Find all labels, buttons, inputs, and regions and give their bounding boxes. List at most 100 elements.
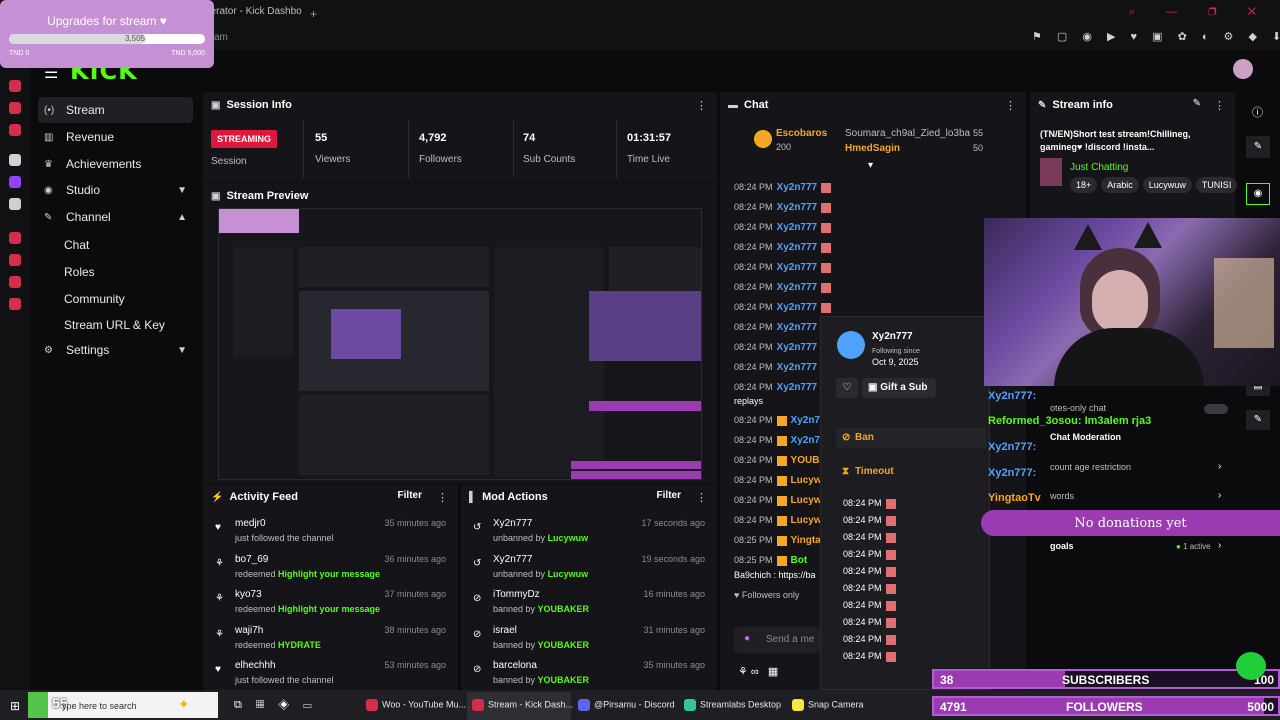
avatar[interactable] — [1233, 59, 1253, 79]
app-icon[interactable] — [9, 102, 21, 114]
chat-message[interactable]: 08:24 PM Xy2n777 — [734, 222, 832, 233]
emotes-only-setting[interactable]: otes-only chat — [1050, 403, 1106, 413]
mic-icon[interactable]: ● — [744, 633, 750, 644]
camera-icon[interactable]: ◉ — [1246, 183, 1270, 205]
chat-message[interactable]: 08:25 PM Bot — [734, 555, 807, 566]
chat-username[interactable]: Xy2n777 — [777, 362, 818, 373]
chat-message[interactable]: 08:24 PM Xy2n777 — [734, 342, 832, 353]
list-item[interactable]: ♥ medjr0 just followed the channel 35 minut… — [203, 514, 458, 550]
chat-message[interactable]: 08:24 PM YOUBAK — [734, 455, 834, 466]
sidebar-subitem-stream-url[interactable]: Stream URL & Key — [64, 318, 165, 332]
chat-username[interactable]: Xy2n777 — [777, 302, 818, 313]
taskbar-app[interactable]: Streamlabs Desktop — [684, 699, 781, 711]
category-link[interactable]: Just Chatting — [1070, 162, 1128, 173]
x-icon[interactable] — [9, 198, 21, 210]
chat-message[interactable]: 08:24 PM Xy2n777 — [734, 202, 832, 213]
chat-username[interactable]: Xy2n777 — [777, 202, 818, 213]
blocked-words-setting[interactable]: words — [1050, 491, 1074, 501]
kick-icon[interactable] — [9, 154, 21, 166]
chat-username[interactable]: Xy2n777 — [777, 382, 818, 393]
collapse-icon[interactable]: ▾ — [868, 160, 873, 171]
timeout-button[interactable]: ⧗ Timeout — [836, 462, 986, 482]
app-icon[interactable] — [9, 80, 21, 92]
list-item[interactable]: ↺ Xy2n777 unbanned by Lucywuw 17 seconds ag… — [461, 514, 717, 550]
app-icon[interactable] — [9, 298, 21, 310]
more-icon[interactable]: ⋮ — [696, 491, 707, 504]
chat-username[interactable]: Xy2n777 — [777, 262, 818, 273]
list-item[interactable]: ♥ elhechhh just followed the channel 53 min… — [203, 656, 458, 692]
list-item[interactable]: ⊘ barcelona banned by YOUBAKER 35 minutes a… — [461, 656, 717, 692]
chat-message[interactable]: 08:24 PM Lucywu — [734, 495, 828, 506]
extensions-icon[interactable]: ⚑ ▢ ◉ ▶ ♥ ▣ ✿ ◐ ⚙ ◆ ⬇ ⋮ ☰ — [1032, 30, 1280, 43]
sidebar-item-channel[interactable]: ✎ Channel ▲ — [38, 204, 193, 230]
chat-message[interactable]: 08:24 PM Xy2n777 — [734, 282, 832, 293]
chat-username[interactable]: Xy2n777 — [777, 342, 818, 353]
app-icon[interactable] — [9, 232, 21, 244]
sidebar-item-stream[interactable]: (•) Stream — [38, 97, 193, 123]
taskbar-search[interactable]: 55 ype here to search ✦ — [28, 692, 218, 718]
chat-message[interactable]: 08:24 PM Xy2n777 — [734, 435, 831, 446]
edit-icon[interactable]: ✎ — [1193, 98, 1201, 109]
chat-message[interactable]: 08:24 PM Xy2n777 — [734, 322, 832, 333]
pinned-user[interactable]: HmedSagin — [845, 143, 900, 154]
filter-button[interactable]: Filter — [398, 490, 422, 501]
taskbar-app[interactable]: @Pirsamu - Discord — [578, 699, 675, 711]
taskbar-app[interactable]: Woo - YouTube Mu... — [366, 699, 466, 711]
taskbar-app[interactable]: Snap Camera — [792, 699, 864, 711]
chat-username[interactable]: Xy2n777 — [777, 322, 818, 333]
chat-username[interactable]: Bot — [791, 555, 808, 566]
gift-sub-button[interactable]: ▣ Gift a Sub — [862, 378, 936, 398]
tag[interactable]: TUNISI — [1195, 177, 1238, 193]
chat-username[interactable]: Xy2n777 — [777, 282, 818, 293]
sidebar-subitem-chat[interactable]: Chat — [64, 238, 89, 252]
chat-message[interactable]: 08:24 PM Xy2n777 — [734, 382, 832, 393]
ban-button[interactable]: ⊘ Ban — [836, 428, 986, 448]
tag[interactable]: Arabic — [1101, 177, 1139, 193]
sidebar-item-settings[interactable]: ⚙ Settings ▼ — [38, 337, 193, 363]
user-card-name[interactable]: Xy2n777 — [872, 331, 913, 342]
chat-message[interactable]: 08:24 PM Xy2n777 — [734, 415, 831, 426]
pen-icon[interactable]: ✎ — [1246, 136, 1270, 158]
app-icon[interactable] — [9, 276, 21, 288]
new-tab-button[interactable]: + — [310, 7, 317, 21]
filter-button[interactable]: Filter — [657, 490, 681, 501]
taskbar-app[interactable]: Stream - Kick Dash... — [472, 699, 573, 711]
tag[interactable]: Lucywuw — [1142, 177, 1192, 193]
chat-username[interactable]: Xy2n777 — [777, 222, 818, 233]
window-controls[interactable]: ⌕ — ❐ ✕ — [1129, 6, 1270, 19]
more-icon[interactable]: ⋮ — [437, 491, 448, 504]
tag[interactable]: 18+ — [1070, 177, 1098, 193]
follow-button[interactable]: ♡ — [836, 378, 858, 398]
sidebar-subitem-roles[interactable]: Roles — [64, 265, 95, 279]
chat-username[interactable]: Xy2n777 — [777, 182, 818, 193]
list-item[interactable]: ↺ Xy2n777 unbanned by Lucywuw 19 seconds ag… — [461, 550, 717, 586]
pinned-user[interactable]: Escobaros — [776, 128, 827, 139]
list-item[interactable]: ⊘ israel banned by YOUBAKER 31 minutes ago — [461, 621, 717, 657]
chat-message[interactable]: 08:24 PM Xy2n777 — [734, 302, 832, 313]
goals-setting[interactable]: goals — [1050, 541, 1074, 551]
wrench-icon[interactable]: ✎ — [1246, 410, 1270, 430]
list-item[interactable]: ⊘ iTommyDz banned by YOUBAKER 16 minutes ag… — [461, 585, 717, 621]
toggle-switch[interactable] — [1204, 404, 1228, 414]
chat-message[interactable]: 08:25 PM Yingtao — [734, 535, 827, 546]
more-icon[interactable]: ⋮ — [1214, 99, 1225, 112]
taskbar-pinned-icons[interactable]: ⧉▦◈▭ — [234, 699, 326, 712]
chat-input[interactable]: ● Send a me — [734, 627, 824, 653]
chat-message[interactable]: 08:24 PM Xy2n777 — [734, 262, 832, 273]
info-icon[interactable]: ⓘ — [1252, 104, 1263, 120]
chat-toolbar-icons[interactable]: ⚘ ∞ ▦ — [738, 665, 778, 678]
browser-tab[interactable]: derator - Kick Dashbo — [205, 6, 305, 24]
chat-message[interactable]: 08:24 PM Lucywu — [734, 515, 828, 526]
pinned-user[interactable]: Soumara_ch9al_Zied_lo3ba — [845, 128, 970, 139]
stream-preview-video[interactable] — [218, 208, 702, 480]
chat-message[interactable]: 08:24 PM Lucywu — [734, 475, 828, 486]
app-icon[interactable] — [9, 124, 21, 136]
app-icon[interactable] — [9, 254, 21, 266]
account-age-setting[interactable]: count age restriction — [1050, 462, 1131, 472]
more-icon[interactable]: ⋮ — [696, 99, 707, 112]
sidebar-item-studio[interactable]: ◉ Studio ▼ — [38, 177, 193, 203]
windows-start-icon[interactable]: ⊞ — [10, 699, 20, 713]
list-item[interactable]: ⚘ waji7h redeemed HYDRATE 38 minutes ago — [203, 621, 458, 657]
list-item[interactable]: ⚘ kyo73 redeemed Highlight your message 37 … — [203, 585, 458, 621]
chat-message[interactable]: 08:24 PM Xy2n777 — [734, 362, 832, 373]
